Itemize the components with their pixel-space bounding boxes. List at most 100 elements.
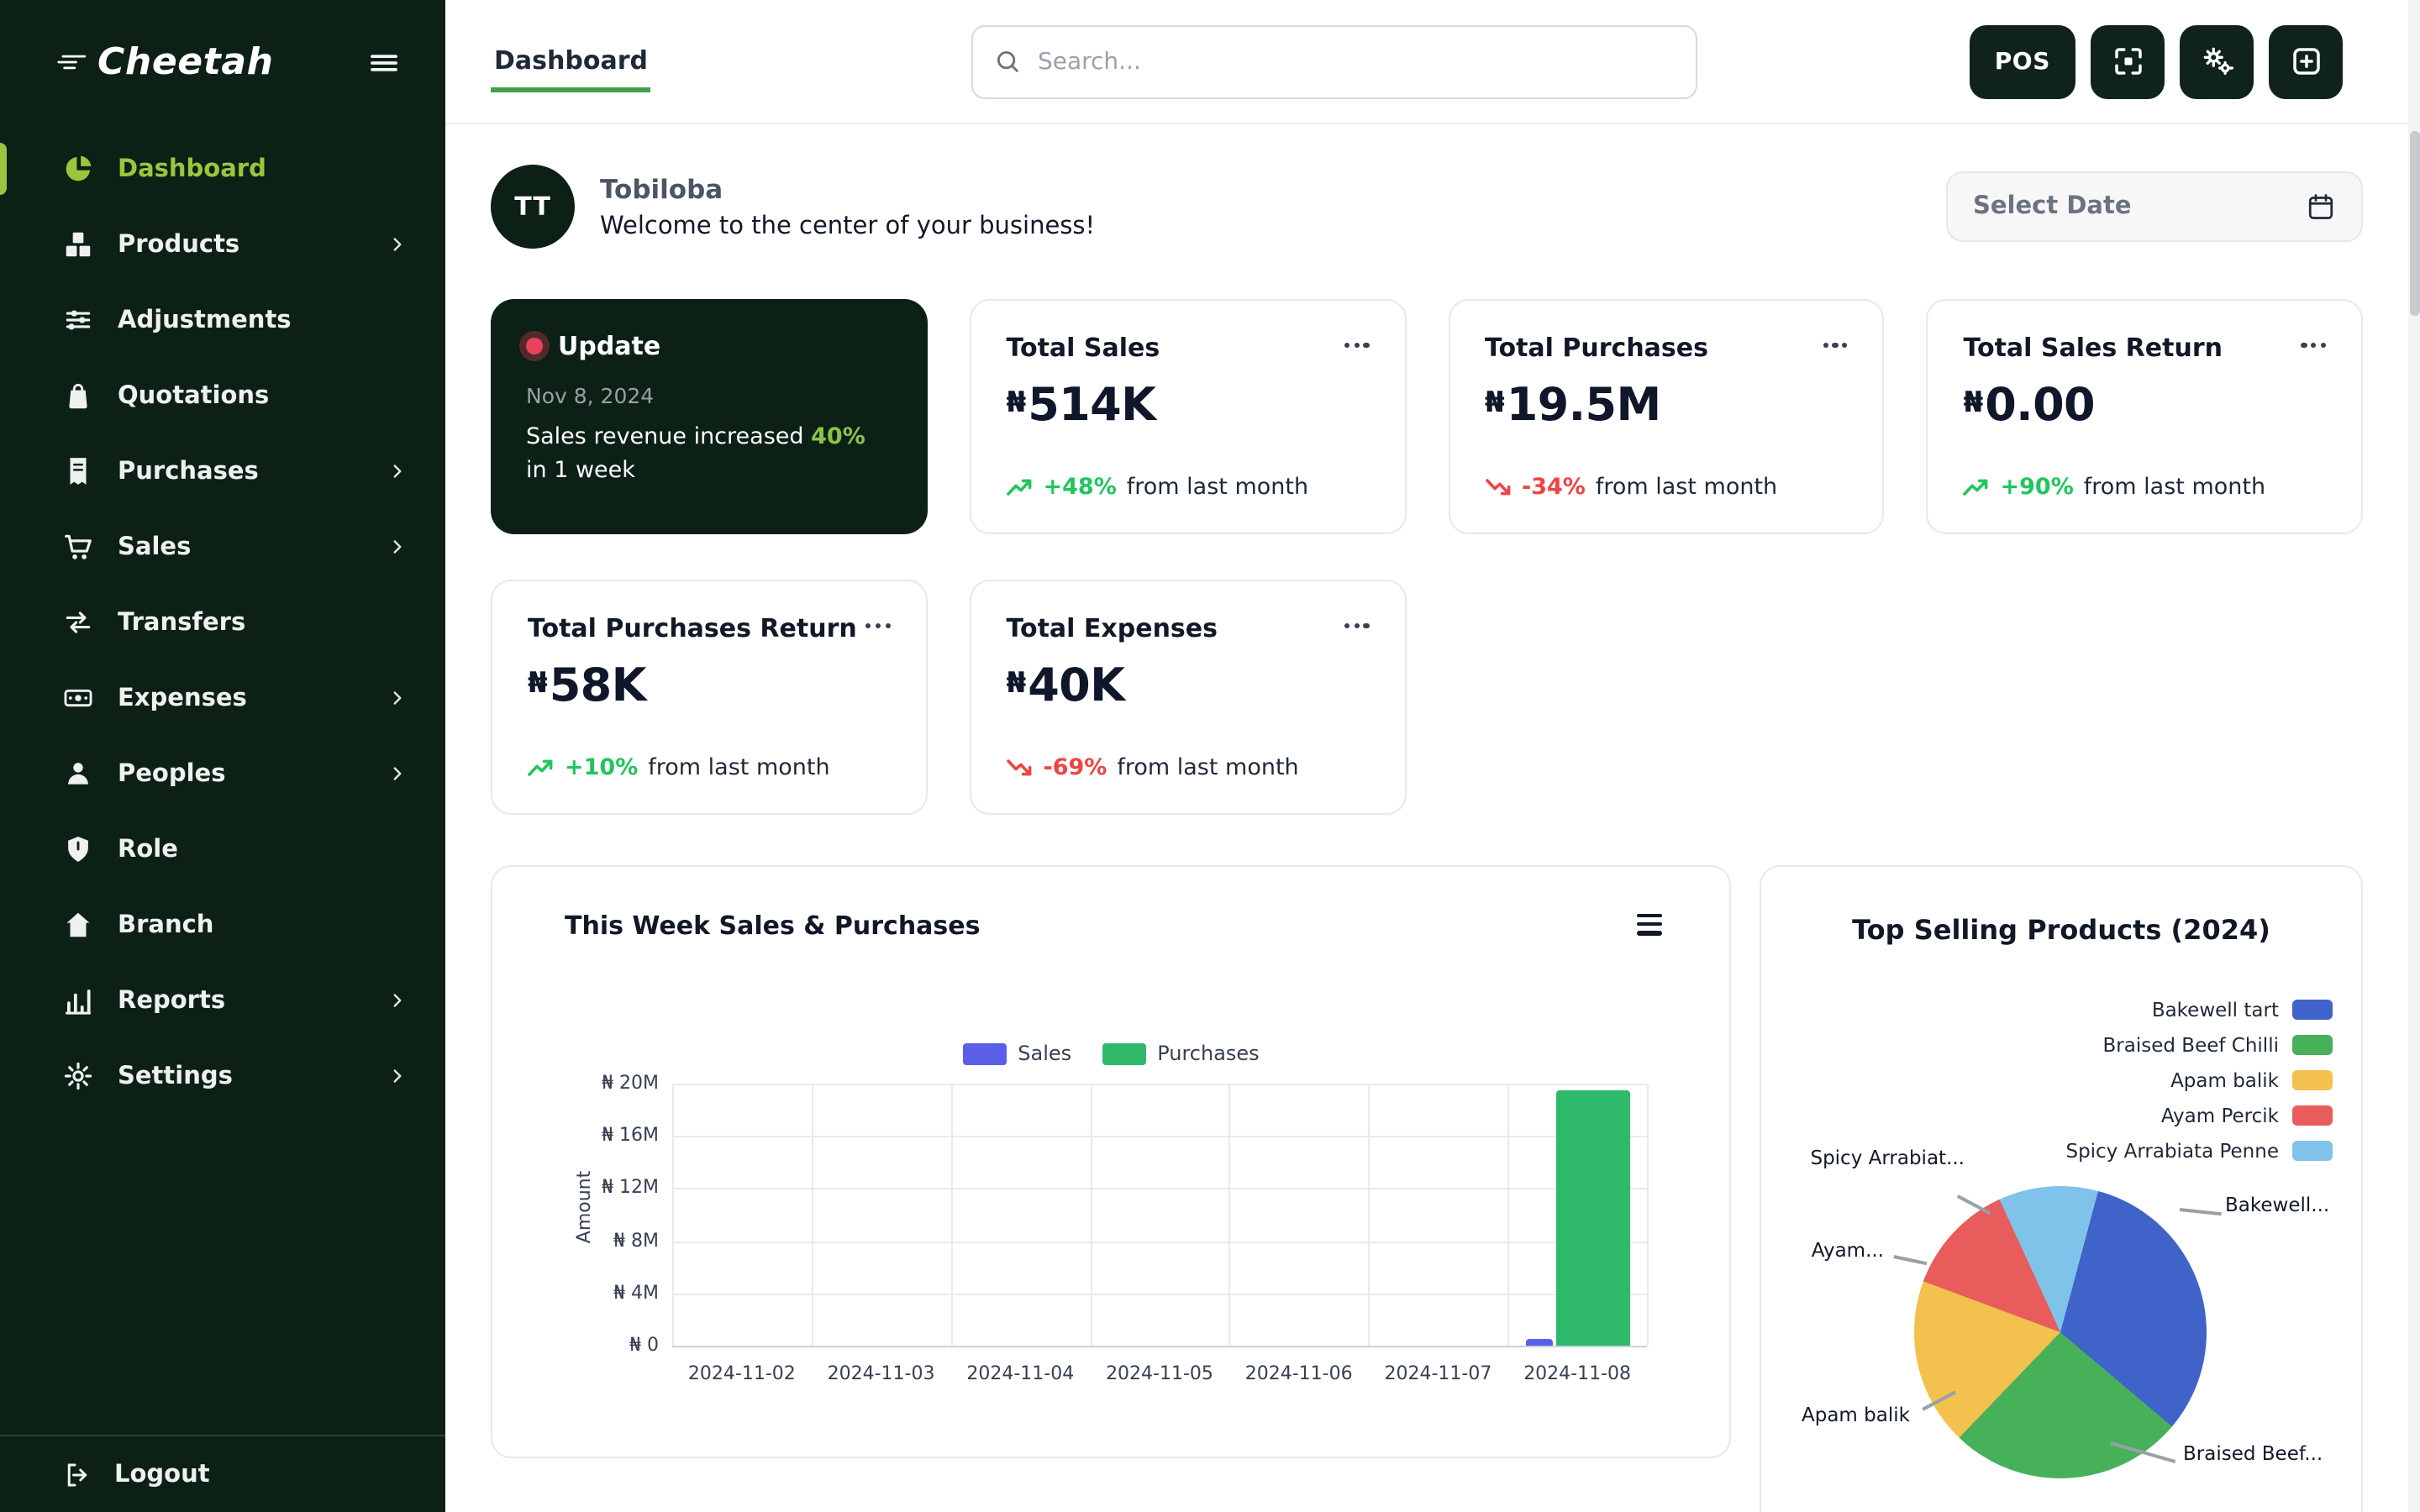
pie-legend-item: Ayam Percik bbox=[2161, 1104, 2333, 1127]
x-tick-label: 2024-11-06 bbox=[1223, 1362, 1375, 1384]
add-button[interactable] bbox=[2269, 24, 2343, 98]
sales-icon bbox=[62, 531, 94, 563]
sidebar-item-peoples[interactable]: Peoples bbox=[0, 736, 445, 811]
peoples-icon bbox=[62, 758, 94, 790]
pie-chart-legend: Bakewell tart Braised Beef Chilli Apam bal… bbox=[2065, 998, 2333, 1163]
y-tick-label: ₦ 12M bbox=[541, 1177, 659, 1199]
x-tick-label: 2024-11-03 bbox=[806, 1362, 957, 1384]
pie-callout-ayam: Ayam... bbox=[1812, 1238, 1884, 1262]
sidebar-item-label: Peoples bbox=[118, 760, 226, 787]
search-box bbox=[972, 24, 1698, 98]
pie-legend-label: Spicy Arrabiata Penne bbox=[2065, 1139, 2279, 1163]
sidebar-item-role[interactable]: Role bbox=[0, 811, 445, 887]
stat-title: Total Sales Return bbox=[1964, 333, 2223, 363]
chevron-right-icon bbox=[387, 990, 408, 1011]
currency-symbol: ₦ bbox=[1485, 386, 1505, 420]
gridline-vertical bbox=[1229, 1084, 1231, 1346]
more-options-icon[interactable] bbox=[1823, 333, 1847, 348]
sidebar-item-branch[interactable]: Branch bbox=[0, 887, 445, 963]
gridline-horizontal bbox=[672, 1084, 1647, 1085]
sidebar-item-adjustments[interactable]: Adjustments bbox=[0, 282, 445, 358]
sidebar-item-label: Expenses bbox=[118, 685, 247, 711]
y-tick-label: ₦ 4M bbox=[541, 1282, 659, 1304]
scrollbar-thumb[interactable] bbox=[2409, 131, 2419, 316]
search-icon bbox=[994, 47, 1023, 76]
topbar: Dashboard POS bbox=[445, 0, 2420, 124]
sidebar-item-reports[interactable]: Reports bbox=[0, 963, 445, 1038]
avatar[interactable]: TT bbox=[491, 165, 575, 249]
stat-delta-suffix: from last month bbox=[1117, 754, 1298, 781]
sidebar-item-purchases[interactable]: Purchases bbox=[0, 433, 445, 509]
y-tick-label: ₦ 20M bbox=[541, 1072, 659, 1094]
sidebar-item-transfers[interactable]: Transfers bbox=[0, 585, 445, 660]
select-date-button[interactable]: Select Date bbox=[1946, 171, 2363, 242]
pos-button[interactable]: POS bbox=[1970, 24, 2075, 98]
pie-legend-item: Apam balik bbox=[2170, 1068, 2333, 1092]
pie-legend-item: Braised Beef Chilli bbox=[2103, 1033, 2333, 1057]
stat-delta: -69% bbox=[1044, 754, 1107, 781]
stat-title: Total Purchases bbox=[1485, 333, 1708, 363]
currency-symbol: ₦ bbox=[1007, 667, 1027, 701]
stat-amount: 514K bbox=[1028, 380, 1155, 432]
sidebar-item-settings[interactable]: Settings bbox=[0, 1038, 445, 1114]
pie-legend-swatch bbox=[2292, 1000, 2333, 1020]
currency-symbol: ₦ bbox=[1007, 386, 1027, 420]
dashboard-content: TT Tobiloba Welcome to the center of you… bbox=[445, 124, 2420, 1512]
settings-shortcut-button[interactable] bbox=[2180, 24, 2254, 98]
update-date: Nov 8, 2024 bbox=[526, 383, 892, 408]
stat-card: Total Purchases Return ₦58K +10% from la… bbox=[491, 580, 928, 815]
gridline-horizontal bbox=[672, 1241, 1647, 1242]
username: Tobiloba bbox=[600, 174, 1095, 204]
sidebar-toggle-button[interactable] bbox=[360, 38, 408, 87]
sidebar-item-label: Reports bbox=[118, 987, 225, 1014]
sidebar-item-label: Dashboard bbox=[118, 155, 266, 182]
gridline-vertical bbox=[1507, 1084, 1509, 1346]
more-options-icon[interactable] bbox=[865, 613, 890, 628]
callout-line bbox=[1894, 1255, 1928, 1264]
brand-logo[interactable]: Cheetah bbox=[57, 41, 274, 83]
bar-sales bbox=[1525, 1339, 1552, 1346]
pie-legend-item: Spicy Arrabiata Penne bbox=[2065, 1139, 2333, 1163]
trend-up-icon bbox=[1964, 477, 1991, 497]
stat-value: ₦40K bbox=[1007, 660, 1370, 712]
chevron-right-icon bbox=[387, 1065, 408, 1087]
legend-label: Purchases bbox=[1157, 1042, 1260, 1065]
chevron-right-icon bbox=[387, 763, 408, 785]
main-area: Dashboard POS bbox=[445, 0, 2420, 1512]
update-message: Sales revenue increased 40% in 1 week bbox=[526, 420, 892, 488]
legend-swatch bbox=[1102, 1042, 1145, 1064]
tab-dashboard[interactable]: Dashboard bbox=[491, 30, 651, 92]
y-tick-label: ₦ 16M bbox=[541, 1124, 659, 1146]
pie-chart-card: Top Selling Products (2024) Bakewell tar… bbox=[1760, 865, 2363, 1512]
y-tick-label: ₦ 8M bbox=[541, 1229, 659, 1251]
callout-line bbox=[2180, 1208, 2222, 1215]
stat-amount: 40K bbox=[1028, 660, 1124, 712]
more-options-icon[interactable] bbox=[2302, 333, 2326, 348]
logout-button[interactable]: Logout bbox=[0, 1435, 445, 1512]
chevron-right-icon bbox=[387, 460, 408, 482]
stat-delta-suffix: from last month bbox=[648, 754, 829, 781]
search-input[interactable] bbox=[1038, 48, 1676, 75]
active-indicator bbox=[0, 143, 7, 195]
app-window: Cheetah Dashboard Products Adjustments bbox=[0, 0, 2420, 1512]
sidebar-item-quotations[interactable]: Quotations bbox=[0, 358, 445, 433]
sidebar-item-dashboard[interactable]: Dashboard bbox=[0, 131, 445, 207]
reports-icon bbox=[62, 984, 94, 1016]
chart-menu-icon[interactable] bbox=[1637, 914, 1662, 935]
adjustments-icon bbox=[62, 304, 94, 336]
pie-legend-item: Bakewell tart bbox=[2152, 998, 2333, 1021]
stat-delta: +10% bbox=[565, 754, 638, 781]
legend-label: Sales bbox=[1018, 1042, 1071, 1065]
sidebar-item-sales[interactable]: Sales bbox=[0, 509, 445, 585]
scrollbar[interactable] bbox=[2408, 0, 2420, 1512]
sidebar-item-expenses[interactable]: Expenses bbox=[0, 660, 445, 736]
more-options-icon[interactable] bbox=[1344, 613, 1369, 628]
gridline-horizontal bbox=[672, 1189, 1647, 1190]
more-options-icon[interactable] bbox=[1344, 333, 1369, 348]
stat-card: Total Sales ₦514K +48% from last month bbox=[970, 299, 1407, 534]
sidebar-item-products[interactable]: Products bbox=[0, 207, 445, 282]
purchases-icon bbox=[62, 455, 94, 487]
quotations-icon bbox=[62, 380, 94, 412]
gridline-vertical bbox=[812, 1084, 813, 1346]
scan-button[interactable] bbox=[2091, 24, 2165, 98]
